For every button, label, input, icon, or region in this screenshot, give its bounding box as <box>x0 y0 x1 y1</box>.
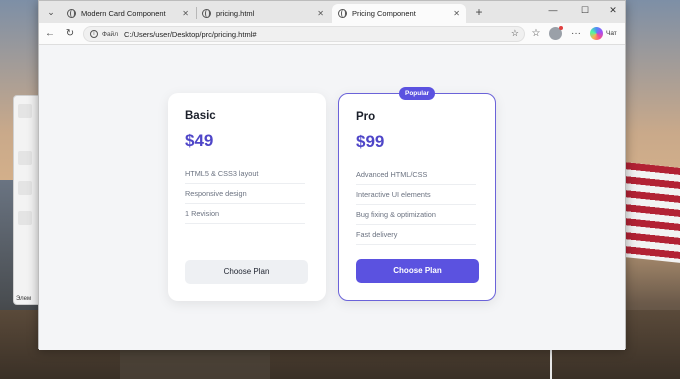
feature-list: Advanced HTML/CSS Interactive UI element… <box>356 165 478 245</box>
popular-badge: Popular <box>399 87 436 100</box>
more-menu-button[interactable]: ··· <box>569 27 583 41</box>
tab-title: Pricing Component <box>352 9 416 18</box>
address-url[interactable]: C:/Users/user/Desktop/prc/pricing.html# <box>124 30 257 39</box>
address-scheme-label: Файл <box>102 30 118 38</box>
plan-name: Basic <box>185 110 216 122</box>
arrow-left-icon: ← <box>45 28 55 39</box>
new-tab-button[interactable]: + <box>471 4 487 20</box>
pricing-card-basic: Basic $49 HTML5 & CSS3 layout Responsive… <box>168 93 326 301</box>
close-window-button[interactable]: ✕ <box>603 5 623 16</box>
close-icon[interactable]: ✕ <box>317 9 324 18</box>
profile-avatar[interactable] <box>549 26 563 40</box>
desktop-wallpaper-statue <box>120 348 270 379</box>
star-icon[interactable]: ☆ <box>511 28 519 39</box>
refresh-button[interactable]: ↻ <box>63 27 77 41</box>
background-window-item <box>18 104 32 118</box>
tab-actions-menu-button[interactable]: ⌄ <box>43 4 59 20</box>
feature-item: Fast delivery <box>356 225 476 245</box>
background-window-item <box>18 151 32 165</box>
minimize-button[interactable]: — <box>543 5 563 15</box>
background-window-item <box>18 211 32 225</box>
feature-item: Bug fixing & optimization <box>356 205 476 225</box>
plan-price: $99 <box>356 132 385 151</box>
chat-label[interactable]: Чат <box>606 30 617 37</box>
feature-list: HTML5 & CSS3 layout Responsive design 1 … <box>185 164 309 224</box>
more-icon: ··· <box>571 28 581 39</box>
plan-name: Pro <box>356 111 376 123</box>
globe-icon <box>338 9 347 18</box>
refresh-icon: ↻ <box>65 28 75 39</box>
browser-toolbar: ← ↻ i Файл C:/Users/user/Desktop/prc/pri… <box>39 23 625 45</box>
tab-pricing-component[interactable]: Pricing Component ✕ <box>332 4 466 23</box>
tab-title: pricing.html <box>216 9 255 18</box>
feature-item: HTML5 & CSS3 layout <box>185 164 305 184</box>
close-icon[interactable]: ✕ <box>182 9 189 18</box>
close-icon: ✕ <box>609 5 617 15</box>
maximize-button[interactable]: ☐ <box>575 5 595 16</box>
globe-icon <box>202 9 211 18</box>
pricing-card-pro: Popular Pro $99 Advanced HTML/CSS Intera… <box>338 87 496 301</box>
background-window-label: Элем <box>16 296 32 302</box>
copilot-icon[interactable] <box>590 27 603 40</box>
tab-modern-card-component[interactable]: Modern Card Component ✕ <box>61 4 195 23</box>
globe-icon <box>67 9 76 18</box>
close-icon[interactable]: ✕ <box>453 9 460 18</box>
tab-title: Modern Card Component <box>81 9 166 18</box>
feature-item: Interactive UI elements <box>356 185 476 205</box>
choose-plan-button[interactable]: Choose Plan <box>356 259 479 283</box>
feature-item: 1 Revision <box>185 204 305 224</box>
feature-item: Responsive design <box>185 184 305 204</box>
tab-pricing-html[interactable]: pricing.html ✕ <box>196 4 330 23</box>
chevron-down-icon: ⌄ <box>47 6 55 17</box>
feature-item: Advanced HTML/CSS <box>356 165 476 185</box>
plan-price: $49 <box>185 131 214 150</box>
choose-plan-button[interactable]: Choose Plan <box>185 260 308 284</box>
background-window-item <box>18 181 32 195</box>
browser-window: ⌄ Modern Card Component ✕ pricing.html ✕… <box>38 0 626 350</box>
plus-icon: + <box>475 5 483 19</box>
address-bar[interactable]: i Файл C:/Users/user/Desktop/prc/pricing… <box>83 26 525 42</box>
info-icon[interactable]: i <box>90 30 98 38</box>
minimize-icon: — <box>548 5 558 15</box>
back-button[interactable]: ← <box>43 27 57 41</box>
page-viewport: Basic $49 HTML5 & CSS3 layout Responsive… <box>39 45 625 350</box>
favorites-icon: ☆ <box>531 28 541 39</box>
desktop-wallpaper-flag <box>625 162 680 263</box>
maximize-icon: ☐ <box>580 5 590 15</box>
tab-bar: ⌄ Modern Card Component ✕ pricing.html ✕… <box>39 1 625 23</box>
favorites-button[interactable]: ☆ <box>529 27 543 41</box>
